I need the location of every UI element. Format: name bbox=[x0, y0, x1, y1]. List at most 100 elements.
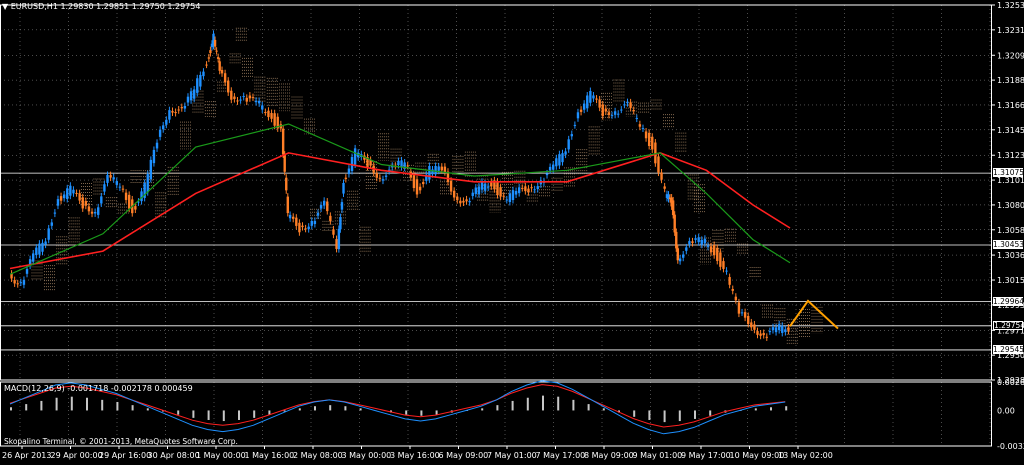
macd-histogram-bar bbox=[496, 405, 499, 411]
level-price-tag: 1.29754 bbox=[993, 320, 1024, 330]
candle-body bbox=[25, 268, 29, 274]
candle-body bbox=[462, 200, 465, 203]
candle-body bbox=[149, 159, 153, 180]
candle-body bbox=[691, 241, 694, 244]
candle-body bbox=[712, 244, 716, 256]
candle-body bbox=[215, 50, 218, 52]
candle-body bbox=[459, 200, 462, 204]
candle-body bbox=[205, 64, 208, 66]
macd-histogram-bar bbox=[40, 400, 43, 411]
candle-body bbox=[35, 247, 38, 256]
candle-body bbox=[688, 241, 691, 245]
candle-body bbox=[337, 228, 341, 250]
candle-body bbox=[477, 186, 481, 195]
candle-body bbox=[697, 237, 700, 243]
candle-body bbox=[682, 254, 685, 258]
time-tick-label: 6 May 09:00 bbox=[439, 451, 489, 460]
candle-body bbox=[722, 261, 725, 269]
time-tick-label: 29 Apr 16:00 bbox=[99, 451, 151, 460]
candle-body bbox=[573, 124, 577, 126]
candle-body bbox=[428, 165, 431, 180]
candle-body bbox=[155, 142, 159, 149]
macd-histogram-bar bbox=[70, 396, 73, 411]
candle-body bbox=[72, 189, 75, 194]
candle-body bbox=[329, 215, 332, 221]
candle-body bbox=[617, 113, 620, 115]
candle-body bbox=[44, 241, 47, 245]
candle-body bbox=[784, 329, 787, 333]
time-tick-label: 8 May 09:00 bbox=[584, 451, 634, 460]
candle-body bbox=[347, 168, 351, 175]
candle-body bbox=[218, 61, 221, 71]
candle-body bbox=[700, 239, 703, 245]
candle-body bbox=[671, 200, 675, 216]
candle-body bbox=[406, 165, 409, 167]
candle-body bbox=[678, 258, 682, 262]
candle-body bbox=[242, 96, 245, 98]
macd-histogram-bar bbox=[116, 401, 119, 411]
candle-body bbox=[750, 322, 753, 328]
candle-body bbox=[709, 246, 713, 253]
candle-body bbox=[675, 231, 678, 249]
time-tick-label: 29 Apr 00:00 bbox=[51, 451, 103, 460]
macd-histogram-bar bbox=[678, 410, 681, 422]
candle-body bbox=[127, 194, 131, 209]
macd-histogram-bar bbox=[587, 404, 590, 411]
macd-histogram-bar bbox=[420, 410, 423, 416]
candle-body bbox=[118, 186, 122, 188]
candle-body bbox=[641, 128, 645, 130]
candle-body bbox=[468, 201, 471, 203]
candle-body bbox=[100, 196, 103, 204]
level-price-tag: 1.29964 bbox=[993, 296, 1024, 306]
candle-body bbox=[183, 105, 187, 109]
candle-body bbox=[310, 220, 313, 226]
macd-histogram-bar bbox=[192, 410, 195, 418]
candle-body bbox=[322, 200, 326, 206]
candle-body bbox=[564, 151, 567, 155]
macd-tick-label: 0.002686 bbox=[997, 378, 1024, 387]
time-tick-label: 13 May 02:00 bbox=[778, 451, 833, 460]
candle-body bbox=[524, 186, 527, 192]
candle-body bbox=[443, 166, 447, 173]
candle-body bbox=[505, 199, 508, 201]
candle-body bbox=[353, 148, 357, 165]
candle-body bbox=[97, 207, 100, 215]
candle-body bbox=[415, 179, 419, 195]
candle-body bbox=[227, 80, 230, 93]
candle-body bbox=[180, 107, 183, 109]
candle-body bbox=[316, 212, 320, 216]
time-tick-label: 1 May 16:00 bbox=[245, 451, 295, 460]
candle-body bbox=[165, 119, 168, 125]
candle-body bbox=[620, 109, 623, 111]
chart-window: 1.32530 1.32315 1.32095 1.31880 1.31665 1.314… bbox=[0, 0, 1024, 462]
macd-histogram-bar bbox=[25, 404, 28, 411]
copyright-text: Skopalino Terminal, © 2001-2013, MetaQuo… bbox=[4, 437, 238, 446]
candle-body bbox=[651, 136, 654, 150]
candle-body bbox=[552, 164, 555, 170]
candle-body bbox=[115, 181, 118, 185]
candle-body bbox=[731, 288, 734, 291]
candle-body bbox=[281, 128, 285, 155]
candle-body bbox=[62, 194, 66, 199]
macd-histogram-bar bbox=[253, 410, 256, 418]
candle-body bbox=[685, 247, 688, 251]
time-tick-label: 9 May 17:00 bbox=[681, 451, 731, 460]
candle-body bbox=[152, 149, 156, 164]
macd-histogram-bar bbox=[222, 410, 225, 422]
candle-body bbox=[654, 142, 657, 164]
candle-body bbox=[768, 331, 772, 333]
candle-body bbox=[106, 174, 109, 183]
candle-body bbox=[734, 296, 738, 301]
candle-body bbox=[223, 73, 227, 83]
candle-body bbox=[248, 95, 252, 99]
candle-body bbox=[16, 283, 19, 285]
candle-body bbox=[781, 325, 784, 333]
candle-body bbox=[124, 192, 128, 200]
time-tick-label: 2 May 08:00 bbox=[293, 451, 343, 460]
candle-body bbox=[694, 238, 697, 240]
candle-body bbox=[298, 222, 301, 233]
time-tick-label: 7 May 01:00 bbox=[487, 451, 537, 460]
candle-body bbox=[59, 196, 63, 201]
candle-body bbox=[236, 100, 239, 102]
dropdown-arrow-icon[interactable]: ▼ bbox=[2, 2, 8, 11]
